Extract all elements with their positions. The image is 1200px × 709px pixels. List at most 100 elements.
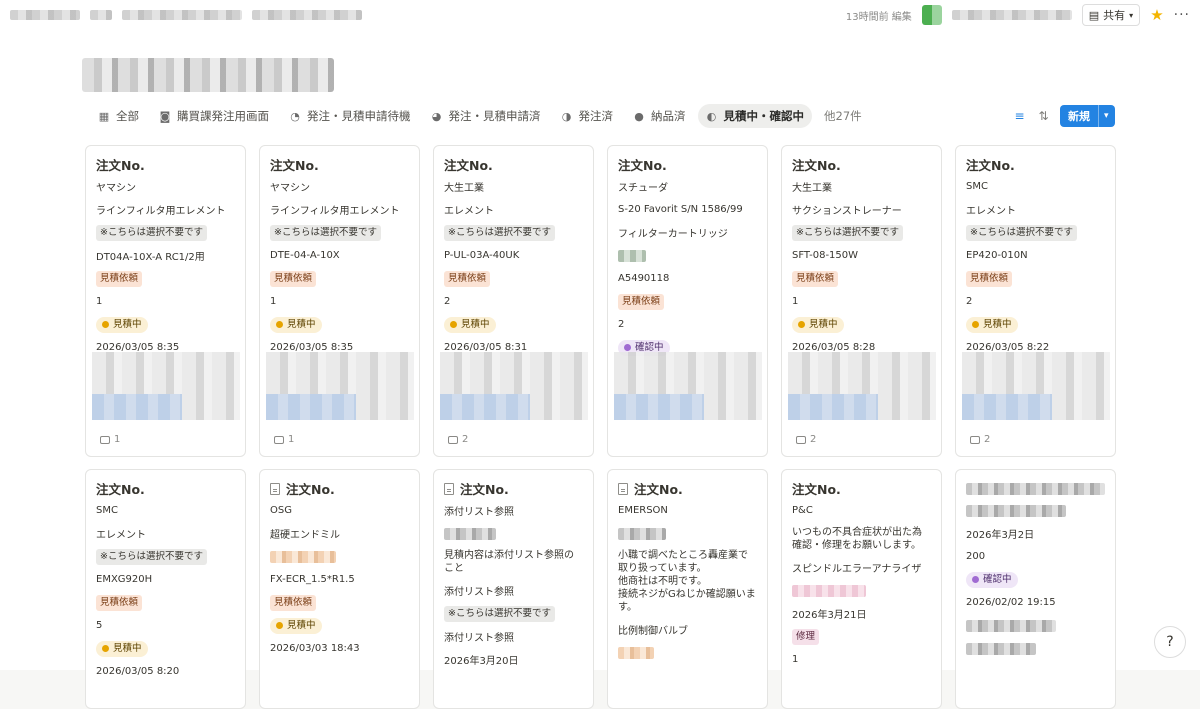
filter-icon[interactable]: ≡ [1014,109,1024,123]
progress-icon: ● [634,109,644,123]
field-value: スピンドルエラーアナライザ [792,564,922,575]
card-field [618,244,757,267]
comment-count[interactable]: 2 [970,434,990,445]
status-label: 見積中 [287,318,316,330]
progress-icon: ◕ [431,109,442,123]
field-value: 2026/02/02 19:15 [966,597,1056,608]
comment-count-value: 1 [114,434,121,445]
status-dot [798,321,805,328]
card-field: OSG [270,499,409,522]
status-label: 見積中 [809,318,838,330]
field-value: 添付リスト参照 [444,507,514,518]
tab-label: 購買課発注用画面 [177,109,269,123]
star-icon[interactable]: ★ [1150,6,1163,24]
tag: 見積依頼 [270,594,317,611]
card-title: 注文No. [444,478,583,499]
card[interactable]: 注文No. SMC エレメント ※こちらは選択不要です EMXG920H 見積依頼 5 見積中… [85,469,246,709]
card-body: 注文No. スチューダ S-20 Favorit S/N 1586/99 フィルターカ… [608,146,767,367]
card-body: 注文No. 大生工業 サクションストレーナー ※こちらは選択不要です SFT-08-15… [782,146,941,367]
more-views-button[interactable]: 他27件 [816,104,870,128]
card[interactable]: 注文No. P&C いつもの不具合症状が出た為確認・修理をお願いします。 スピンドルエ… [781,469,942,709]
breadcrumb-item[interactable] [10,10,80,20]
card-field: 2026/03/05 8:20 [96,660,235,683]
card-field [444,522,583,545]
field-value: EMERSON [618,505,668,516]
tab-1[interactable]: ◙ 購買課発注用画面 [151,104,277,128]
status-badge: 見積中 [792,316,844,333]
comment-count[interactable]: 1 [100,434,120,445]
field-value: エレメント [444,206,494,217]
tag: ※こちらは選択不要です [96,224,207,241]
help-icon: ? [1166,634,1174,650]
help-button[interactable]: ? [1154,626,1186,658]
card[interactable]: 注文No. 添付リスト参照 見積内容は添付リスト参照のこと 添付リスト参照 ※こちらは選… [433,469,594,709]
breadcrumb-item[interactable] [90,10,112,20]
share-button[interactable]: ▤ 共有 ▾ [1081,4,1141,26]
card[interactable]: 注文No. SMC エレメント ※こちらは選択不要です EP420-010N 見積依頼 2 見… [955,145,1116,457]
card[interactable]: 注文No. 大生工業 サクションストレーナー ※こちらは選択不要です SFT-08-15… [781,145,942,457]
tab-3[interactable]: ◕ 発注・見積申請済 [423,104,549,128]
tag: ※こちらは選択不要です [444,605,555,622]
sort-icon[interactable]: ⇅ [1039,109,1049,123]
tab-2[interactable]: ◔ 発注・見積申請待機 [281,104,419,128]
status-label: 見積中 [113,318,142,330]
avatar[interactable] [921,5,942,25]
comment-count[interactable]: 2 [448,434,468,445]
field-value: 比例制御バルブ [618,626,688,637]
card-title: 注文No. [96,154,235,175]
tab-6[interactable]: ◐ 見積中・確認中 [697,104,812,128]
card-field: 比例制御バルブ [618,618,757,641]
card-body: 注文No. 大生工業 エレメント ※こちらは選択不要です P-UL-03A-40UK 見積… [434,146,593,367]
chevron-down-icon[interactable]: ▾ [1099,111,1114,121]
comment-icon [796,435,806,444]
status-dot [450,321,457,328]
tag: 見積依頼 [792,270,839,287]
page-title[interactable] [82,58,334,92]
tab-4[interactable]: ◑ 発注済 [553,104,622,128]
card[interactable]: 注文No. スチューダ S-20 Favorit S/N 1586/99 フィルターカ… [607,145,768,457]
card-field: 見積依頼 [270,267,409,290]
card-field: 2026年3月2日 [966,522,1105,545]
camera-icon: ◙ [159,109,171,123]
card[interactable]: 注文No. 大生工業 エレメント ※こちらは選択不要です P-UL-03A-40UK 見積… [433,145,594,457]
card[interactable]: 注文No. EMERSON 小職で調べたところ轟産業で取り扱っています。 他商社は不… [607,469,768,709]
card-title: 注文No. [96,478,235,499]
card-field: いつもの不具合症状が出た為確認・修理をお願いします。 [792,522,931,556]
comment-count[interactable]: 2 [796,434,816,445]
status-label: 確認中 [983,573,1012,585]
tab-5[interactable]: ● 納品済 [625,104,694,128]
card-field: 5 [96,614,235,637]
breadcrumb-item[interactable] [252,10,362,20]
share-icon: ▤ [1088,8,1100,22]
document-icon [618,482,628,495]
field-value: ラインフィルタ用エレメント [270,206,400,217]
card-field: SMC [96,499,235,522]
card[interactable]: 注文No. OSG 超硬エンドミル FX-ECR_1.5*R1.5 見積依頼 見積中 202… [259,469,420,709]
card-field: ※こちらは選択不要です [966,221,1105,244]
tab-label: 全部 [116,109,139,123]
comment-count[interactable]: 1 [274,434,294,445]
new-button[interactable]: 新規 ▾ [1060,105,1115,127]
comment-icon [274,435,284,444]
card[interactable]: 2026年3月2日 200 確認中 2026/02/02 19:15 [955,469,1116,709]
tag: ※こちらは選択不要です [966,224,1077,241]
share-label: 共有 [1103,9,1126,22]
breadcrumb-item[interactable] [122,10,242,20]
field-value: SFT-08-150W [792,250,859,261]
card[interactable]: 注文No. ヤマシン ラインフィルタ用エレメント ※こちらは選択不要です DT04A-1… [85,145,246,457]
card-field: エレメント [96,522,235,545]
card-field: 添付リスト参照 [444,579,583,602]
tab-0[interactable]: ▦ 全部 [90,104,147,128]
status-dot [972,321,979,328]
card-field: 大生工業 [444,175,583,198]
redacted-value [444,527,496,540]
field-value: EP420-010N [966,250,1028,261]
tag: 見積依頼 [966,270,1013,287]
card-field: ※こちらは選択不要です [96,545,235,568]
breadcrumb[interactable] [10,10,362,20]
field-value: 添付リスト参照 [444,633,514,644]
card[interactable]: 注文No. ヤマシン ラインフィルタ用エレメント ※こちらは選択不要です DTE-04-… [259,145,420,457]
field-value: FX-ECR_1.5*R1.5 [270,574,355,585]
more-dots-icon[interactable]: ··· [1174,7,1190,23]
field-value: スチューダ [618,183,668,194]
